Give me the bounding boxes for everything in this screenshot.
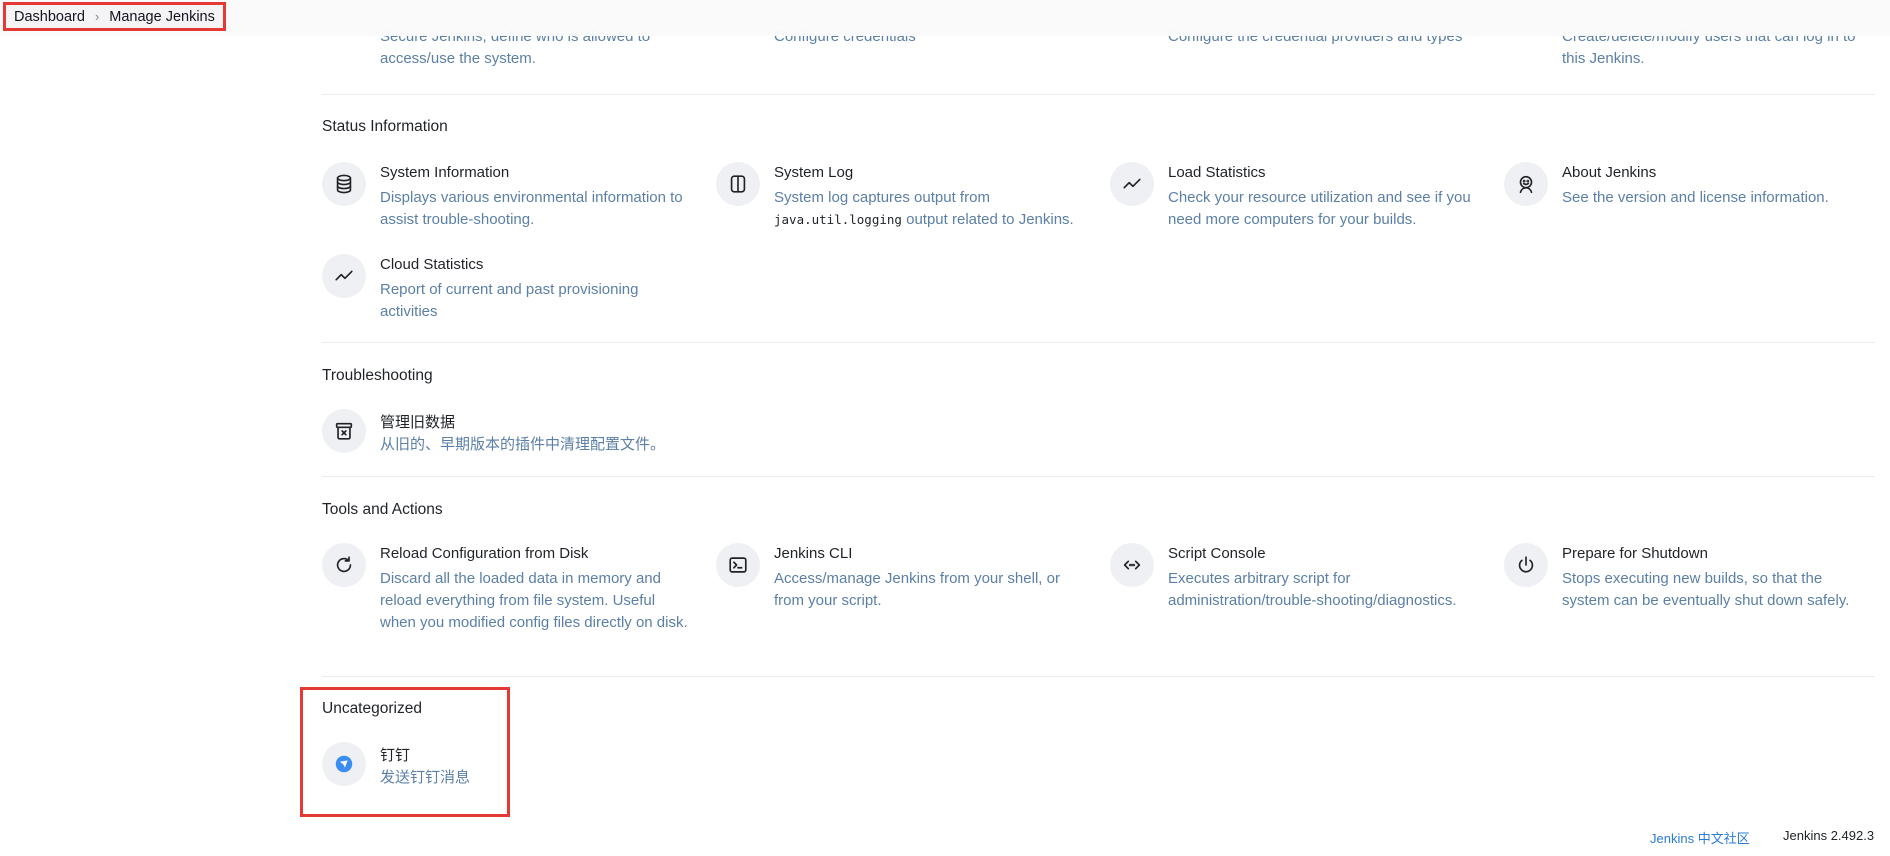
dingtalk-icon	[322, 742, 366, 786]
item-description: Displays various environmental informati…	[380, 189, 683, 228]
section-divider	[322, 94, 1875, 95]
terminal-icon	[716, 543, 760, 587]
code-icon	[1110, 543, 1154, 587]
section-title: Troubleshooting	[322, 367, 433, 384]
breadcrumb-dashboard[interactable]: Dashboard	[14, 9, 85, 25]
section-title: Tools and Actions	[322, 501, 443, 518]
item-description: Access/manage Jenkins from your shell, o…	[774, 570, 1060, 609]
section-divider	[322, 676, 1875, 677]
section-divider	[322, 476, 1875, 477]
section-divider	[322, 342, 1875, 343]
archive-icon	[322, 409, 366, 453]
item-description: Check your resource utilization and see …	[1168, 189, 1471, 228]
item-title: Prepare for Shutdown	[1562, 545, 1708, 562]
item-title: Reload Configuration from Disk	[380, 545, 589, 562]
troubleshooting-section: Troubleshooting 管理旧数据 从旧的、早期版本的插件中清理配置文件…	[322, 367, 1875, 477]
status-information-section: Status Information System Information Di…	[322, 118, 1875, 338]
item-title: Load Statistics	[1168, 164, 1266, 181]
item-title: Jenkins CLI	[774, 545, 853, 562]
breadcrumb-manage-jenkins[interactable]: Manage Jenkins	[109, 9, 215, 25]
item-description: 从旧的、早期版本的插件中清理配置文件。	[380, 436, 666, 453]
item-description: Discard all the loaded data in memory an…	[380, 570, 688, 631]
item-title: 管理旧数据	[380, 414, 456, 431]
item-description: System log captures output from java.uti…	[774, 187, 1084, 231]
item-title: Script Console	[1168, 545, 1266, 562]
version-label[interactable]: Jenkins 2.492.3	[1783, 828, 1874, 843]
item-description: Stops executing new builds, so that the …	[1562, 570, 1850, 609]
reload-icon	[322, 543, 366, 587]
desc-text: System log captures output from	[774, 189, 990, 206]
item-title: Cloud Statistics	[380, 256, 484, 273]
trend-line-icon	[322, 254, 366, 298]
desc-text: output related to Jenkins.	[906, 211, 1074, 228]
item-description: See the version and license information.	[1562, 189, 1829, 206]
breadcrumb-separator: ›	[94, 9, 100, 24]
tools-and-actions-section: Tools and Actions Reload Configuration f…	[322, 501, 1875, 671]
item-title: System Information	[380, 164, 510, 181]
community-link[interactable]: Jenkins 中文社区	[1650, 828, 1750, 847]
breadcrumb: Dashboard › Manage Jenkins	[3, 2, 226, 31]
database-icon	[322, 162, 366, 206]
power-icon	[1504, 543, 1548, 587]
uncategorized-section: Uncategorized 钉钉 发送钉钉消息	[322, 700, 1875, 810]
item-description: Report of current and past provisioning …	[380, 281, 639, 320]
item-title: System Log	[774, 164, 854, 181]
jenkins-butler-icon	[1504, 162, 1548, 206]
item-description: Executes arbitrary script for administra…	[1168, 570, 1457, 609]
item-title: About Jenkins	[1562, 164, 1657, 181]
item-title: 钉钉	[380, 747, 411, 764]
item-description: 发送钉钉消息	[380, 769, 471, 786]
desc-code: java.util.logging	[774, 212, 902, 227]
section-title: Uncategorized	[322, 700, 422, 717]
log-panel-icon	[716, 162, 760, 206]
trend-line-icon	[1110, 162, 1154, 206]
section-title: Status Information	[322, 118, 448, 135]
top-bar: Dashboard › Manage Jenkins	[0, 0, 1890, 36]
